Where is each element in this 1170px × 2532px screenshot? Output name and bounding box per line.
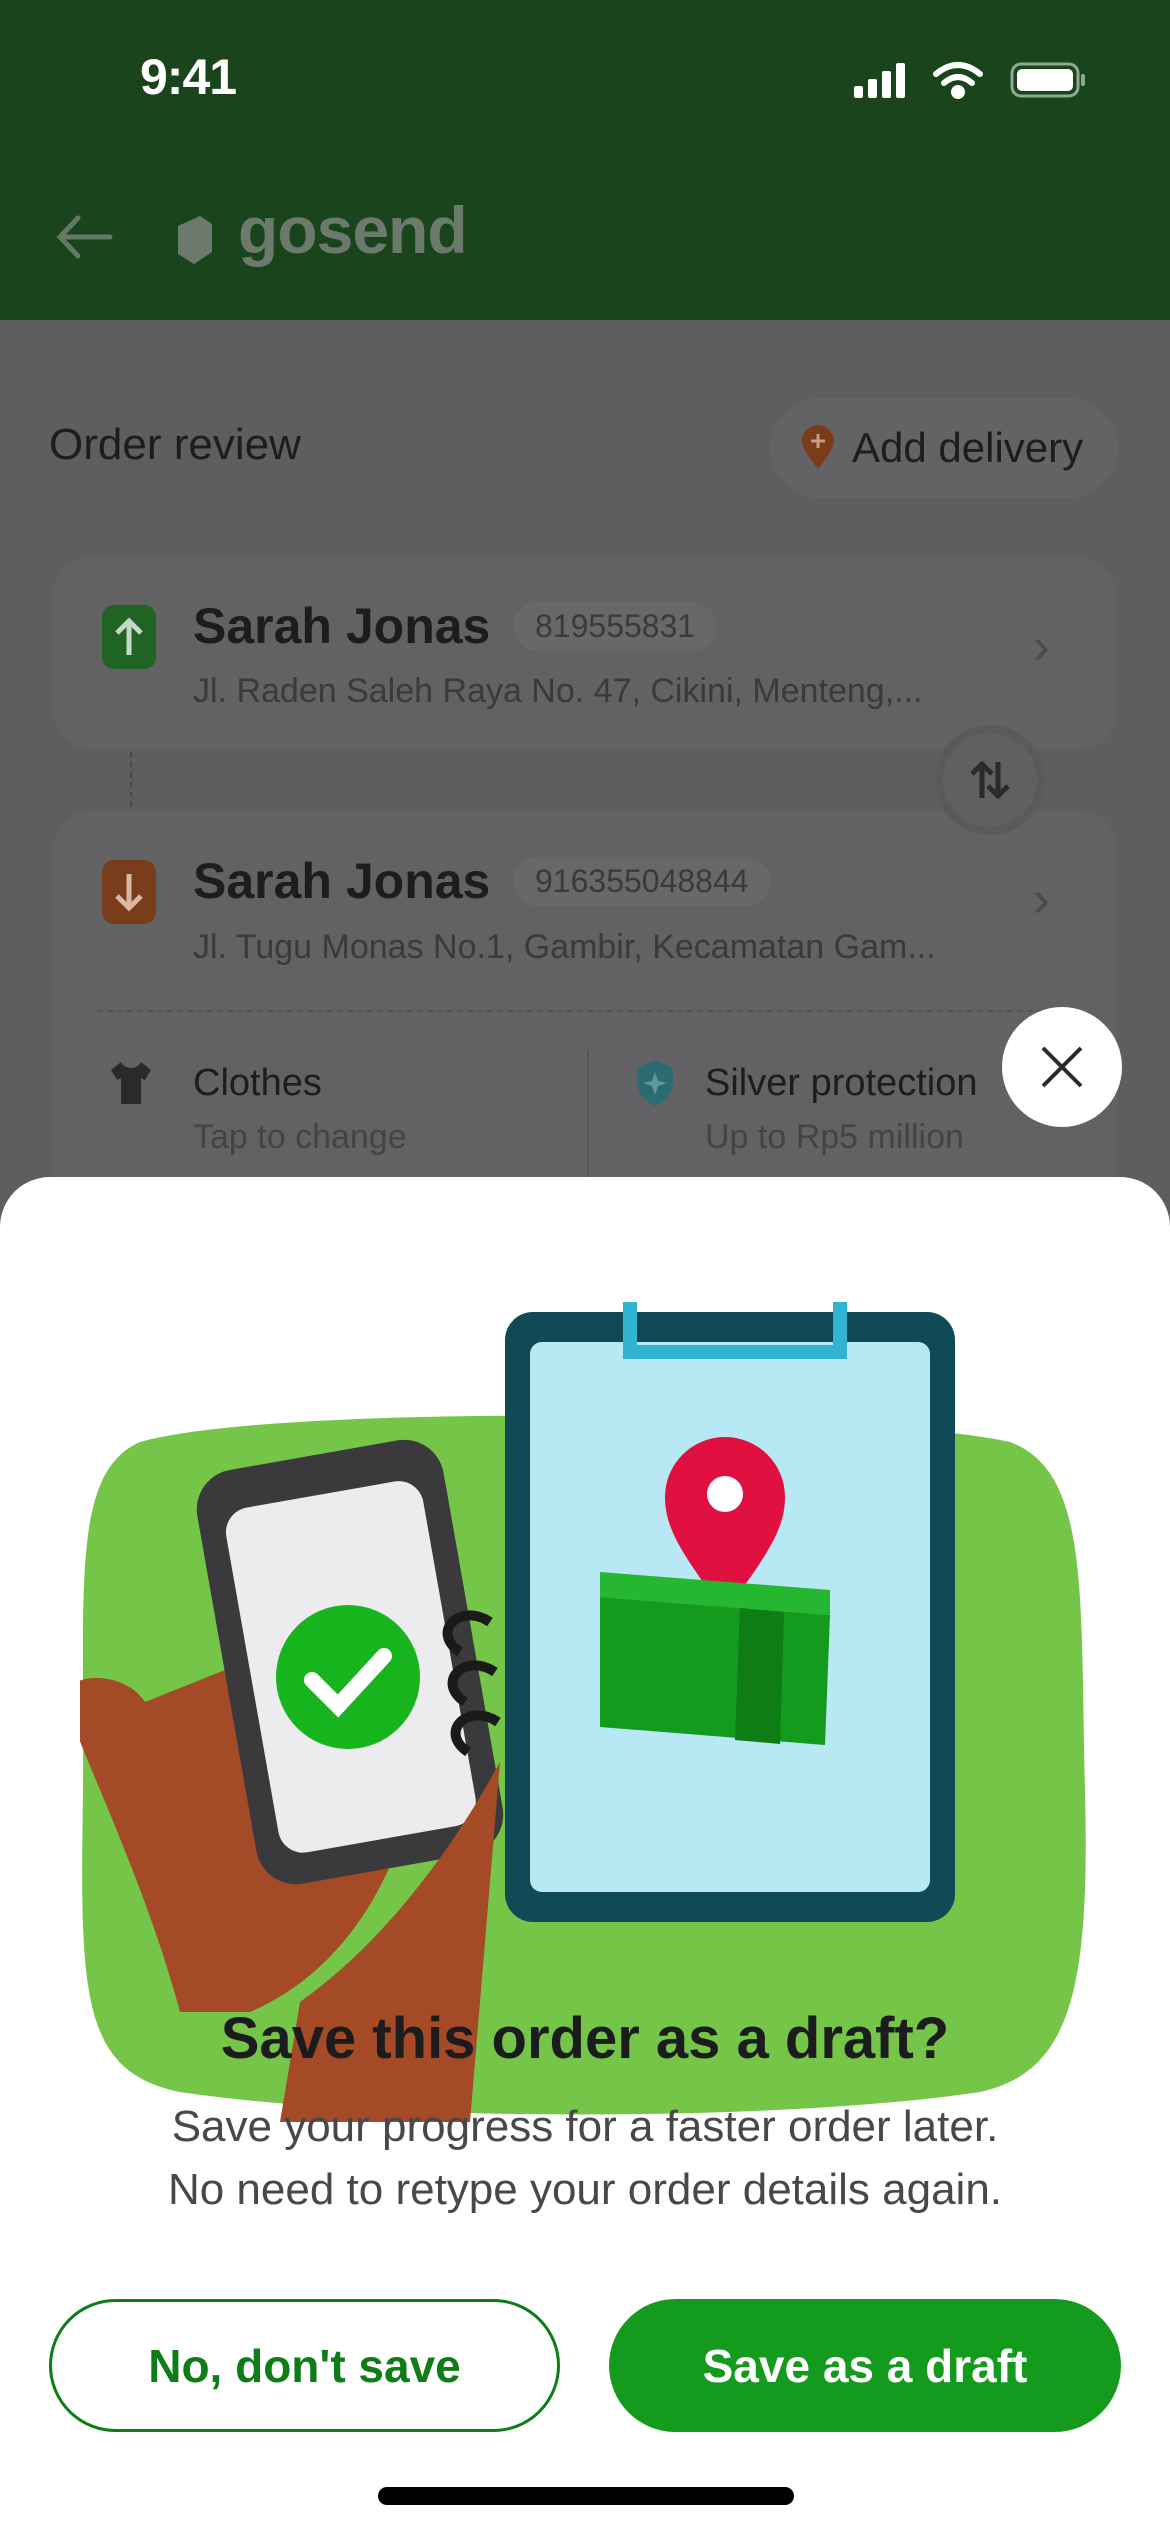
app-header: 9:41 gosend: [0, 0, 1170, 320]
swap-button[interactable]: [935, 725, 1045, 835]
close-icon: [1041, 1046, 1083, 1088]
divider: [97, 1010, 1073, 1012]
dropoff-arrow-icon: [102, 860, 156, 924]
brand-logo: gosend: [238, 193, 468, 267]
wifi-icon: [933, 62, 983, 99]
add-delivery-label: Add delivery: [852, 424, 1084, 471]
dialog-description-line1: Save your progress for a faster order la…: [171, 2102, 999, 2151]
location-plus-icon: [802, 425, 834, 469]
sender-phone: 819555831: [513, 602, 718, 651]
protection-label[interactable]: Silver protection: [705, 1062, 977, 1105]
recipient-phone: 916355048844: [513, 857, 771, 906]
status-icons: [854, 62, 1085, 99]
box: [600, 1597, 830, 1745]
back-arrow-icon[interactable]: [54, 212, 114, 262]
recipient-name: Sarah Jonas: [193, 853, 491, 909]
route-connector: [130, 752, 132, 807]
status-time: 9:41: [140, 49, 237, 105]
dialog-description-line2: No need to retype your order details aga…: [167, 2165, 1003, 2214]
add-delivery-button[interactable]: Add delivery: [770, 398, 1118, 498]
sender-card[interactable]: Sarah Jonas 819555831 Jl. Raden Saleh Ra…: [53, 557, 1117, 750]
protection-hint: Up to Rp5 million: [705, 1118, 964, 1156]
gosend-logo-icon: [178, 216, 212, 264]
chevron-right-icon: ›: [1033, 618, 1050, 674]
sender-name: Sarah Jonas: [193, 598, 491, 654]
tshirt-icon: [111, 1062, 151, 1104]
sender-address: Jl. Raden Saleh Raya No. 47, Cikini, Men…: [193, 672, 923, 710]
close-button[interactable]: [1002, 1007, 1122, 1127]
item-type-hint: Tap to change: [193, 1118, 407, 1156]
check-icon: [276, 1605, 420, 1749]
pickup-arrow-icon: [102, 605, 156, 669]
dialog-title: Save this order as a draft?: [220, 2006, 950, 2071]
save-draft-button[interactable]: Save as a draft: [609, 2299, 1121, 2432]
dont-save-button[interactable]: No, don't save: [49, 2299, 560, 2432]
signal-icon: [854, 63, 905, 98]
shield-icon: [637, 1060, 673, 1106]
page-title: Order review: [49, 420, 301, 469]
battery-icon: [1010, 62, 1085, 98]
home-indicator: [378, 2487, 794, 2505]
swap-arrows-icon: [970, 760, 1010, 800]
draft-illustration: [80, 1302, 1086, 2122]
chevron-right-icon: ›: [1033, 871, 1050, 927]
recipient-address: Jl. Tugu Monas No.1, Gambir, Kecamatan G…: [193, 928, 936, 966]
recipient-card[interactable]: Sarah Jonas 916355048844 Jl. Tugu Monas …: [53, 810, 1117, 1210]
item-type-label[interactable]: Clothes: [193, 1062, 322, 1105]
